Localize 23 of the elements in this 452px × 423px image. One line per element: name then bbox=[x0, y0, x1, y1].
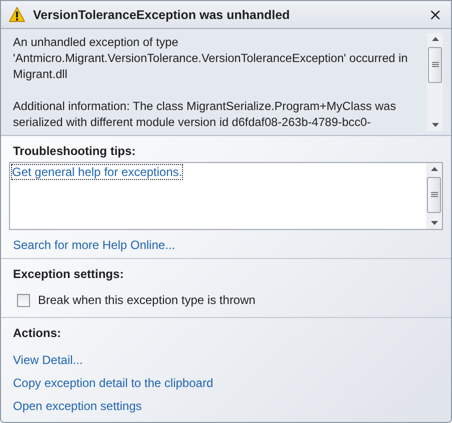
section-heading: Actions: bbox=[13, 326, 61, 340]
scroll-down-icon[interactable] bbox=[430, 221, 438, 225]
help-link[interactable]: Search for more Help Online... bbox=[13, 238, 176, 252]
action-link[interactable]: Open exception settings bbox=[13, 399, 142, 413]
help-link[interactable]: Get general help for exceptions. bbox=[12, 165, 182, 179]
scroll-up-icon[interactable] bbox=[432, 37, 438, 41]
warning-icon bbox=[9, 7, 25, 22]
scrollbar[interactable] bbox=[427, 33, 443, 131]
scroll-thumb[interactable] bbox=[427, 177, 441, 213]
exception-message: Additional information: The class MigrantSerialize.Program+MyClass was serialized with different module version id d6fdaf08-263b-4789-bcc0- bbox=[13, 98, 398, 130]
section-heading: Troubleshooting tips: bbox=[13, 144, 136, 158]
action-link[interactable]: Copy exception detail to the clipboard bbox=[13, 376, 214, 390]
action-link[interactable]: View Detail... bbox=[13, 353, 83, 367]
window-title: VersionToleranceException was unhandled bbox=[33, 8, 291, 22]
scroll-down-icon[interactable] bbox=[432, 123, 438, 127]
scroll-up-icon[interactable] bbox=[430, 167, 438, 171]
checkbox-label: Break when this exception type is thrown bbox=[38, 293, 256, 307]
checkbox[interactable] bbox=[17, 294, 30, 306]
scrollbar[interactable] bbox=[426, 163, 442, 229]
scroll-thumb[interactable] bbox=[428, 47, 442, 83]
exception-message: An unhandled exception of type 'Antmicro.Migrant.VersionTolerance.VersionToleranceException' occurred in Migrant.dll bbox=[13, 34, 409, 82]
section-heading: Exception settings: bbox=[13, 267, 124, 281]
close-button[interactable]: × bbox=[426, 6, 445, 22]
